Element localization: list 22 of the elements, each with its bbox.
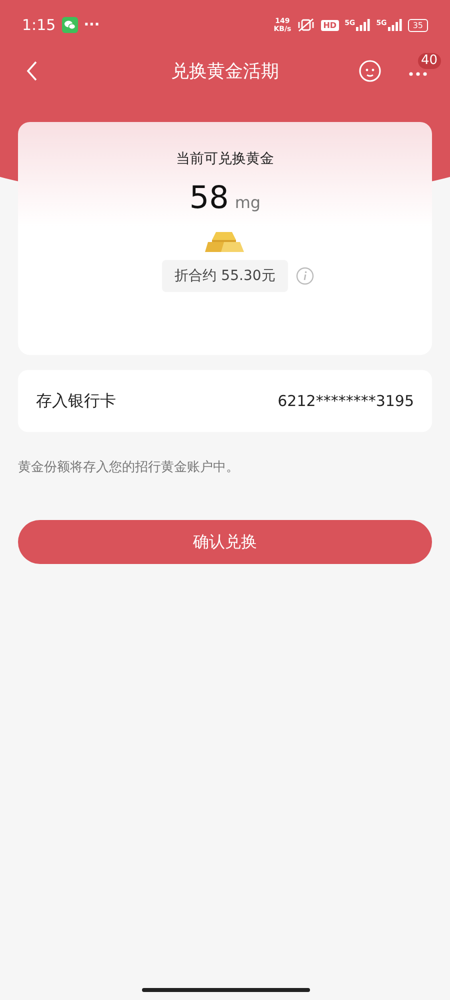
hd-badge: HD — [321, 20, 339, 30]
balance-amount: 58 — [189, 180, 229, 216]
more-icon[interactable] — [408, 71, 428, 77]
vibrate-off-icon — [297, 18, 316, 32]
card-label: 当前可兑换黄金 — [176, 150, 274, 168]
bank-card-row[interactable]: 存入银行卡 6212********3195 — [18, 370, 432, 432]
signal-icon — [356, 19, 370, 31]
back-icon[interactable] — [26, 61, 38, 81]
more-notifications: ··· — [84, 17, 100, 33]
bank-card-label: 存入银行卡 — [36, 390, 116, 412]
smiley-icon[interactable] — [358, 59, 382, 83]
bank-card-number: 6212********3195 — [278, 392, 414, 410]
chat-app-icon — [62, 17, 78, 33]
ingot-icon — [204, 230, 246, 254]
equivalent-value: 折合约 55.30元 — [162, 260, 288, 292]
notice-text: 黄金份额将存入您的招行黄金账户中。 — [18, 459, 240, 476]
confirm-button[interactable]: 确认兑换 — [18, 520, 432, 564]
balance-unit: mg — [234, 193, 261, 212]
page-title: 兑换黄金活期 — [171, 60, 279, 83]
status-time: 1:15 — [22, 16, 56, 34]
signal-icon — [388, 19, 402, 31]
battery-level: 35 — [408, 18, 428, 32]
